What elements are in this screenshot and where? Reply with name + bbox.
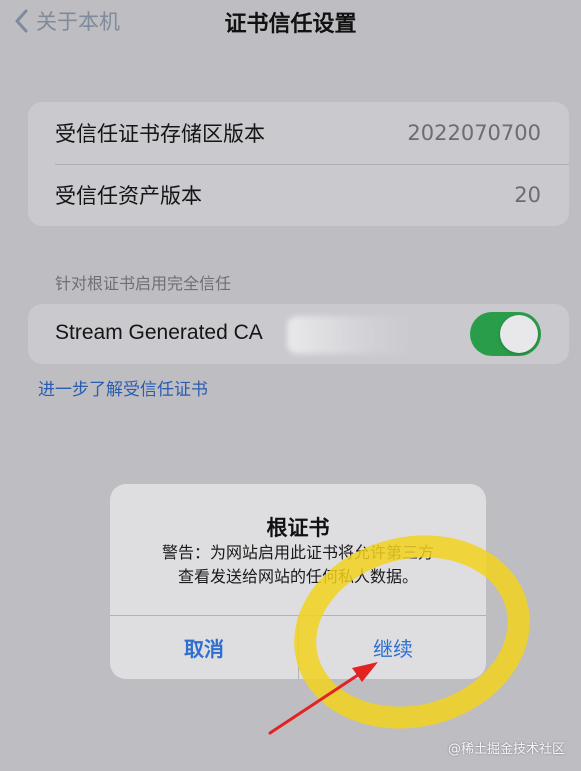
certificate-trust-row: Stream Generated CA bbox=[28, 304, 569, 364]
list-item-trust-asset-version: 受信任资产版本 20 bbox=[28, 164, 569, 226]
alert-title: 根证书 bbox=[266, 516, 330, 540]
alert-message-line-1: 警告：为网站启用此证书将允许第三方 bbox=[161, 543, 434, 562]
trust-asset-version-value: 20 bbox=[514, 183, 541, 207]
cancel-button[interactable]: 取消 bbox=[110, 616, 298, 679]
red-arrow-shaft bbox=[268, 673, 360, 735]
toggle-knob bbox=[500, 315, 538, 353]
watermark: @稀土掘金技术社区 bbox=[447, 742, 565, 757]
learn-more-link[interactable]: 进一步了解受信任证书 bbox=[38, 375, 208, 400]
navigation-bar: 关于本机 证书信任设置 bbox=[0, 0, 581, 48]
list-item-trust-store-version: 受信任证书存储区版本 2022070700 bbox=[28, 102, 569, 164]
full-trust-toggle[interactable] bbox=[470, 312, 541, 356]
trust-asset-version-label: 受信任资产版本 bbox=[55, 184, 202, 208]
section-header-full-trust: 针对根证书启用完全信任 bbox=[55, 274, 232, 293]
redacted-text-blur bbox=[287, 316, 417, 354]
certificate-name: Stream Generated CA bbox=[55, 321, 263, 344]
alert-message: 警告：为网站启用此证书将允许第三方 查看发送给网站的任何私人数据。 bbox=[132, 541, 464, 589]
alert-message-line-2: 查看发送给网站的任何私人数据。 bbox=[177, 567, 418, 586]
version-info-group: 受信任证书存储区版本 2022070700 受信任资产版本 20 bbox=[28, 102, 569, 226]
trust-store-version-value: 2022070700 bbox=[407, 121, 541, 145]
continue-button[interactable]: 继续 bbox=[299, 616, 486, 679]
root-certificate-alert: 根证书 警告：为网站启用此证书将允许第三方 查看发送给网站的任何私人数据。 取消… bbox=[110, 484, 486, 679]
trust-store-version-label: 受信任证书存储区版本 bbox=[55, 122, 265, 146]
page-title: 证书信任设置 bbox=[224, 12, 357, 37]
